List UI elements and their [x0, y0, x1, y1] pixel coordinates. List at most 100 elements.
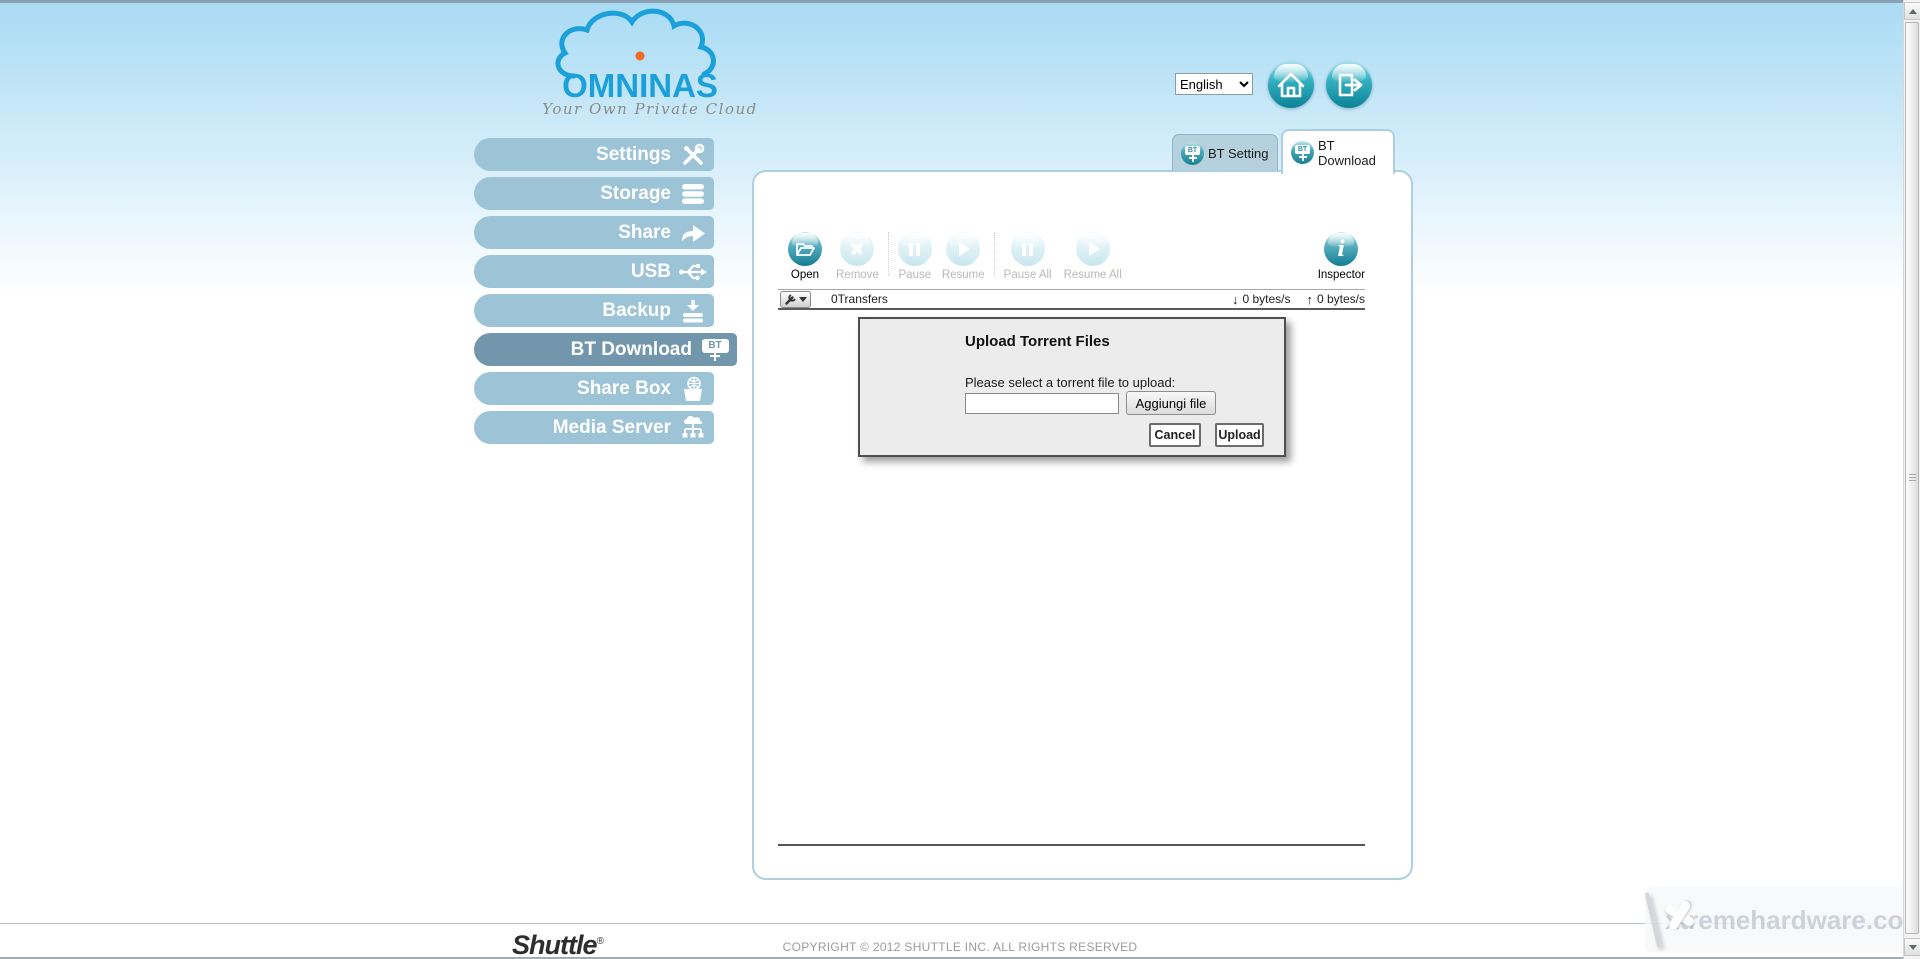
- tab-label: BT Setting: [1208, 146, 1268, 161]
- toolbar-button-label: Resume: [942, 269, 985, 281]
- inspector-button[interactable]: i Inspector: [1318, 232, 1365, 281]
- upload-button[interactable]: Upload: [1215, 423, 1264, 447]
- sidebar-item-label: Storage: [600, 183, 671, 205]
- share-box-icon: [678, 376, 708, 402]
- toolbar-separator: [888, 232, 889, 276]
- speed-readouts: ↓ 0 bytes/s ↑ 0 bytes/s: [1232, 292, 1365, 307]
- transfer-toolbar: Open Remove Pause Resume Pause All: [778, 232, 1365, 286]
- sidebar-item-label: BT Download: [571, 339, 692, 361]
- home-button[interactable]: [1268, 62, 1314, 108]
- sidebar-item-label: USB: [631, 261, 671, 283]
- copyright-text: COPYRIGHT © 2012 SHUTTLE INC. ALL RIGHTS…: [0, 940, 1920, 954]
- tab-bt-download[interactable]: BT BT Download: [1281, 129, 1395, 174]
- tools-icon: [678, 142, 708, 168]
- cloud-logo-graphic: OMNINAS: [540, 4, 740, 104]
- transfer-list-bottom-divider: [778, 844, 1365, 846]
- open-button[interactable]: Open: [788, 232, 822, 281]
- upload-speed-value: 0 bytes/s: [1317, 292, 1365, 306]
- bt-ball-text: BT: [1185, 146, 1200, 155]
- omninas-page: OMNINAS Your Own Private Cloud English S…: [0, 0, 1920, 959]
- pause-button[interactable]: Pause: [898, 232, 932, 281]
- xtremehardware-x-icon: [1645, 892, 1661, 947]
- toolbar-separator: [994, 232, 995, 276]
- watermark-text: xtremehardware.com: [1665, 905, 1920, 936]
- logo-tagline: Your Own Private Cloud: [540, 100, 760, 118]
- upload-torrent-dialog: Upload Torrent Files Please select a tor…: [858, 317, 1286, 457]
- logout-icon: [1326, 62, 1372, 108]
- logo-orange-dot: [636, 52, 645, 61]
- bt-ball-text: BT: [1295, 145, 1310, 154]
- media-server-icon: [678, 415, 708, 441]
- settings-wrench-dropdown[interactable]: [780, 291, 811, 308]
- scrollbar-thumb[interactable]: [1905, 22, 1919, 934]
- tab-bt-setting[interactable]: BT BT Setting: [1172, 134, 1278, 172]
- dialog-title: Upload Torrent Files: [965, 333, 1110, 350]
- wrench-icon: [784, 293, 797, 306]
- omninas-logo: OMNINAS Your Own Private Cloud: [540, 4, 760, 118]
- bt-ball-icon: BT: [1291, 141, 1314, 164]
- share-arrow-icon: [678, 220, 708, 246]
- pause-all-icon: [1011, 232, 1045, 266]
- cancel-button[interactable]: Cancel: [1149, 423, 1201, 447]
- sidebar-item-share[interactable]: Share: [474, 216, 714, 249]
- resume-all-button[interactable]: Resume All: [1064, 232, 1122, 281]
- logo-brand-text: OMNINAS: [562, 67, 718, 104]
- sidebar-item-label: Share Box: [577, 378, 671, 400]
- pause-all-button[interactable]: Pause All: [1004, 232, 1052, 281]
- sidebar-item-label: Settings: [596, 144, 671, 166]
- sidebar-item-label: Backup: [602, 300, 671, 322]
- upload-speed: ↑ 0 bytes/s: [1306, 292, 1365, 307]
- logout-button[interactable]: [1326, 62, 1372, 108]
- bt-badge-icon: BT: [699, 339, 731, 361]
- scroll-up-button[interactable]: [1904, 2, 1920, 20]
- transfer-statusbar: 0Transfers ↓ 0 bytes/s ↑ 0 bytes/s: [778, 289, 1365, 310]
- xtremehardware-watermark: xtremehardware.com: [1645, 887, 1913, 953]
- sidebar-item-storage[interactable]: Storage: [474, 177, 714, 210]
- usb-icon: [678, 259, 708, 285]
- sidebar-item-backup[interactable]: Backup: [474, 294, 714, 327]
- footer-divider: [0, 923, 1920, 924]
- tab-label: BT Download: [1318, 138, 1385, 168]
- page-top-edge: [0, 0, 1920, 3]
- play-icon: [946, 232, 980, 266]
- pause-icon: [898, 232, 932, 266]
- sidebar-item-settings[interactable]: Settings: [474, 138, 714, 171]
- sidebar-item-bt-download[interactable]: BT Download BT: [474, 333, 737, 366]
- dropdown-arrow-icon: [799, 297, 807, 302]
- torrent-file-input[interactable]: [965, 393, 1119, 414]
- open-folder-icon: [788, 232, 822, 266]
- storage-stack-icon: [678, 181, 708, 207]
- toolbar-button-label: Pause All: [1004, 269, 1052, 281]
- remove-x-icon: [840, 232, 874, 266]
- scrollbar-grip-icon: [1909, 474, 1916, 482]
- toolbar-button-label: Pause: [899, 269, 932, 281]
- up-arrow-icon: ↑: [1306, 292, 1313, 307]
- sidebar-item-usb[interactable]: USB: [474, 255, 714, 288]
- sidebar-item-share-box[interactable]: Share Box: [474, 372, 714, 405]
- info-icon: i: [1324, 232, 1358, 266]
- toolbar-button-label: Inspector: [1318, 269, 1365, 281]
- download-speed-value: 0 bytes/s: [1242, 292, 1290, 306]
- scroll-up-arrow-icon: [1909, 9, 1917, 14]
- resume-button[interactable]: Resume: [942, 232, 985, 281]
- play-all-icon: [1076, 232, 1110, 266]
- scroll-down-button[interactable]: [1904, 938, 1920, 956]
- sidebar-item-label: Media Server: [553, 417, 671, 439]
- bt-download-panel: Open Remove Pause Resume Pause All: [752, 170, 1413, 880]
- toolbar-button-label: Resume All: [1064, 269, 1122, 281]
- dialog-prompt: Please select a torrent file to upload:: [965, 375, 1175, 390]
- browse-file-button[interactable]: Aggiungi file: [1126, 391, 1216, 415]
- backup-icon: [678, 298, 708, 324]
- download-speed: ↓ 0 bytes/s: [1232, 292, 1291, 307]
- toolbar-button-label: Open: [791, 269, 819, 281]
- sidebar-item-media-server[interactable]: Media Server: [474, 411, 714, 444]
- scroll-down-arrow-icon: [1909, 945, 1917, 950]
- toolbar-button-label: Remove: [836, 269, 879, 281]
- remove-button[interactable]: Remove: [836, 232, 879, 281]
- language-select[interactable]: English: [1175, 73, 1253, 95]
- down-arrow-icon: ↓: [1232, 292, 1239, 307]
- home-icon: [1268, 62, 1314, 108]
- bt-ball-icon: BT: [1181, 142, 1204, 165]
- transfers-count: 0Transfers: [831, 292, 888, 306]
- vertical-scrollbar[interactable]: [1903, 0, 1920, 959]
